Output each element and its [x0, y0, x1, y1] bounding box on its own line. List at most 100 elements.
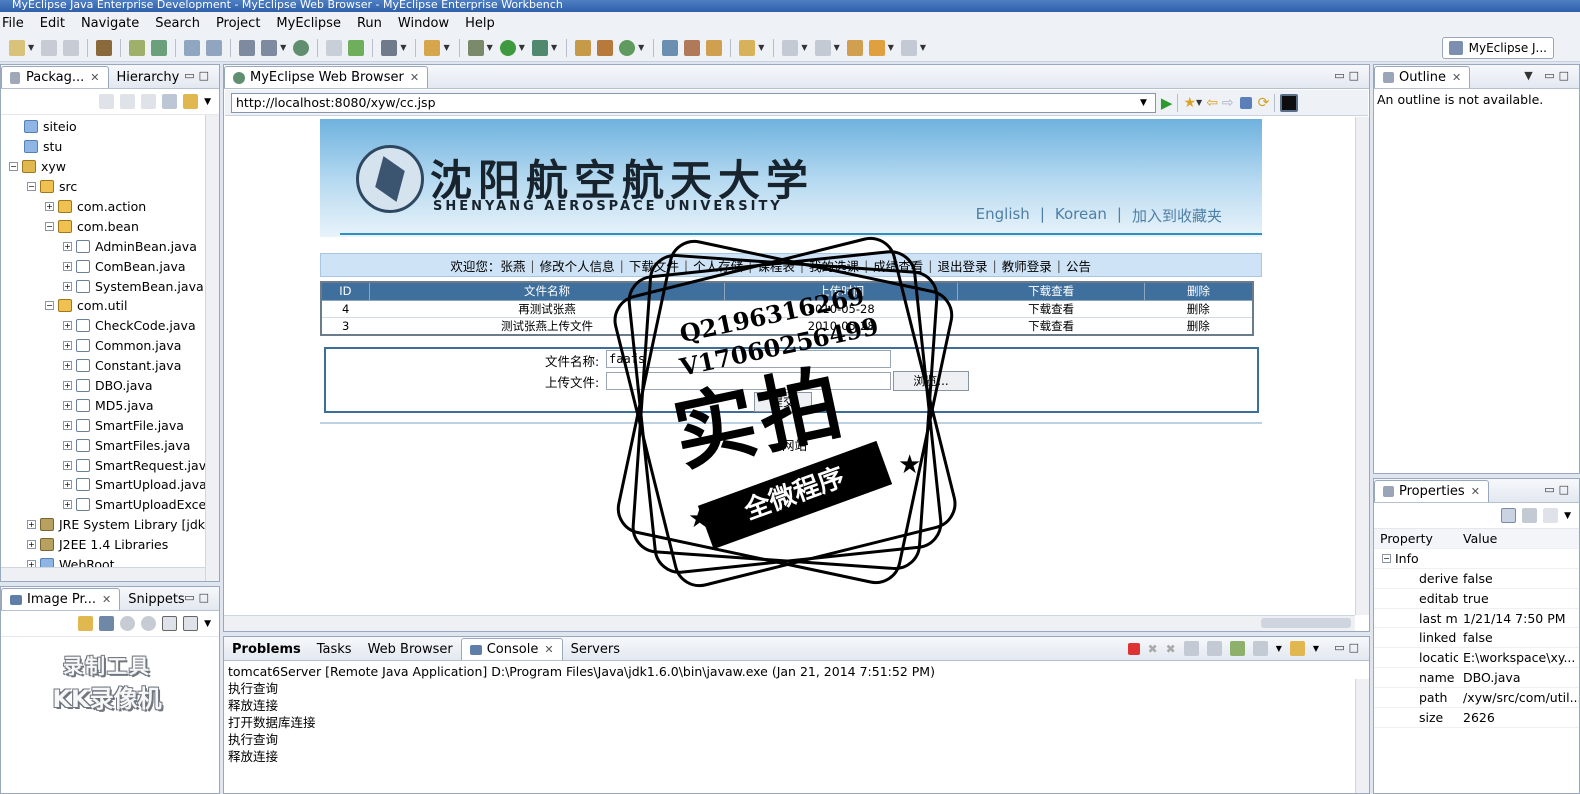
- remove-launch-icon[interactable]: ✖: [1148, 642, 1158, 656]
- new-class-icon[interactable]: [424, 39, 441, 56]
- pin-console-icon[interactable]: [1229, 641, 1245, 656]
- debug-dropdown-icon[interactable]: ▼: [487, 43, 493, 52]
- tab-outline[interactable]: Outline ✕: [1374, 66, 1471, 88]
- download-link[interactable]: 下载查看: [957, 300, 1145, 318]
- collapse-icon[interactable]: −: [45, 221, 54, 231]
- hierarchy-icon[interactable]: [575, 39, 592, 56]
- perspective-switcher[interactable]: MyEclipse J...: [1441, 37, 1554, 59]
- view-window-controls[interactable]: ▭□: [1334, 641, 1363, 654]
- view-menu-icon[interactable]: ▼: [204, 97, 211, 107]
- link-editor-icon[interactable]: [183, 94, 199, 109]
- forward-icon[interactable]: [900, 39, 917, 56]
- prev-annotation-icon[interactable]: [814, 39, 831, 56]
- categories-icon[interactable]: [1501, 508, 1517, 523]
- run-dropdown-icon[interactable]: ▼: [519, 43, 525, 52]
- expand-icon[interactable]: +: [63, 460, 72, 470]
- tree-item[interactable]: siteio: [1, 117, 219, 137]
- web-dropdown-icon[interactable]: ▼: [280, 43, 286, 52]
- remove-all-icon[interactable]: ✖: [1166, 642, 1176, 656]
- server-icon[interactable]: [151, 39, 168, 56]
- expand-icon[interactable]: +: [63, 400, 72, 410]
- tab-console[interactable]: Console ✕: [460, 638, 563, 660]
- actual-size-icon[interactable]: [162, 616, 178, 631]
- tree-item[interactable]: + CheckCode.java: [1, 316, 219, 336]
- favorites-icon[interactable]: ★: [1183, 95, 1196, 111]
- tree-item[interactable]: + DBO.java: [1, 376, 219, 396]
- cut-icon[interactable]: [326, 39, 343, 56]
- link-english[interactable]: English: [971, 205, 1035, 226]
- print-icon[interactable]: [63, 39, 80, 56]
- browser-vscrollbar[interactable]: [1355, 117, 1369, 615]
- expand-icon[interactable]: +: [63, 361, 72, 371]
- property-row[interactable]: editab true: [1374, 589, 1579, 609]
- view-menu-icon[interactable]: ▼: [204, 619, 211, 629]
- property-row[interactable]: derive false: [1374, 569, 1579, 589]
- camera-dropdown-icon[interactable]: ▼: [400, 43, 406, 52]
- expand-icon[interactable]: +: [63, 381, 72, 391]
- tree-item[interactable]: + com.action: [1, 197, 219, 217]
- collapse-icon[interactable]: −: [1382, 553, 1391, 563]
- stop-icon[interactable]: [1239, 96, 1252, 109]
- expand-icon[interactable]: +: [63, 321, 72, 331]
- tree-item[interactable]: + SmartUpload.java: [1, 475, 219, 495]
- save-icon[interactable]: [41, 39, 58, 56]
- tree-item[interactable]: + Constant.java: [1, 356, 219, 376]
- tab-properties[interactable]: Properties ✕: [1374, 480, 1489, 502]
- browser-menu-icon[interactable]: [1280, 93, 1299, 112]
- close-icon[interactable]: ✕: [410, 71, 419, 84]
- console-scrollbar[interactable]: [1355, 679, 1369, 793]
- expand-icon[interactable]: +: [63, 420, 72, 430]
- menu-run[interactable]: Run: [349, 16, 390, 31]
- collapse-icon[interactable]: −: [9, 162, 18, 172]
- file-name-input[interactable]: [606, 350, 891, 368]
- nav-link[interactable]: 课程表: [752, 256, 800, 275]
- nav-link[interactable]: 教师登录: [997, 256, 1057, 275]
- property-row[interactable]: locatic E:\workspace\xy...: [1374, 648, 1579, 669]
- go-icon[interactable]: ▶: [1161, 94, 1173, 112]
- filter-icon[interactable]: [1522, 508, 1538, 523]
- menu-navigate[interactable]: Navigate: [73, 16, 147, 31]
- display-console-icon[interactable]: [1252, 641, 1268, 656]
- sync-icon[interactable]: [78, 616, 94, 631]
- expand-icon[interactable]: +: [63, 480, 72, 490]
- url-dropdown-icon[interactable]: ▼: [1140, 98, 1147, 108]
- property-row[interactable]: linked false: [1374, 628, 1579, 649]
- close-icon[interactable]: ✕: [544, 643, 553, 656]
- zoom-in-icon[interactable]: [141, 616, 157, 631]
- tree-item[interactable]: − com.util: [1, 296, 219, 316]
- tab-web-browser[interactable]: MyEclipse Web Browser ✕: [224, 66, 429, 88]
- menu-help[interactable]: Help: [457, 16, 503, 31]
- property-row[interactable]: last m 1/21/14 7:50 PM: [1374, 609, 1579, 629]
- download-link[interactable]: 下载查看: [957, 317, 1145, 335]
- tree-item[interactable]: + SmartFiles.java: [1, 435, 219, 455]
- zoom-out-icon[interactable]: [120, 616, 136, 631]
- external-tools-icon[interactable]: [531, 39, 548, 56]
- menu-project[interactable]: Project: [208, 16, 268, 31]
- package-tree-scrollbar[interactable]: [205, 115, 219, 581]
- nav-link[interactable]: 公告: [1061, 256, 1096, 275]
- nav-link[interactable]: 退出登录: [933, 256, 993, 275]
- nav-link[interactable]: 下载文件: [624, 256, 684, 275]
- menu-file[interactable]: File: [0, 16, 32, 31]
- collapse-icon[interactable]: −: [45, 301, 54, 311]
- tab-package-explorer[interactable]: Packag... ✕: [1, 66, 109, 88]
- tree-item[interactable]: + SmartFile.java: [1, 415, 219, 435]
- search-folder-icon[interactable]: [739, 39, 756, 56]
- menu-edit[interactable]: Edit: [32, 16, 73, 31]
- tree-item[interactable]: + SmartRequest.java: [1, 455, 219, 475]
- nav-link[interactable]: 修改个人信息: [535, 256, 620, 275]
- scroll-thumb[interactable]: [1261, 618, 1351, 628]
- back-icon[interactable]: [868, 39, 885, 56]
- back-icon[interactable]: ⇦: [1206, 95, 1218, 111]
- close-icon[interactable]: ✕: [1452, 71, 1461, 84]
- menu-myeclipse[interactable]: MyEclipse: [268, 16, 349, 31]
- expand-icon[interactable]: +: [45, 202, 54, 211]
- tab-image-preview[interactable]: Image Pr... ✕: [1, 588, 121, 610]
- up-icon[interactable]: [141, 94, 157, 109]
- next-annotation-dropdown-icon[interactable]: ▼: [801, 43, 807, 52]
- expand-icon[interactable]: +: [63, 261, 72, 271]
- fullscreen-icon[interactable]: [183, 616, 199, 631]
- deploy-icon[interactable]: [129, 39, 146, 56]
- open-console-dropdown-icon[interactable]: ▼: [1313, 644, 1319, 653]
- property-row[interactable]: name DBO.java: [1374, 668, 1579, 689]
